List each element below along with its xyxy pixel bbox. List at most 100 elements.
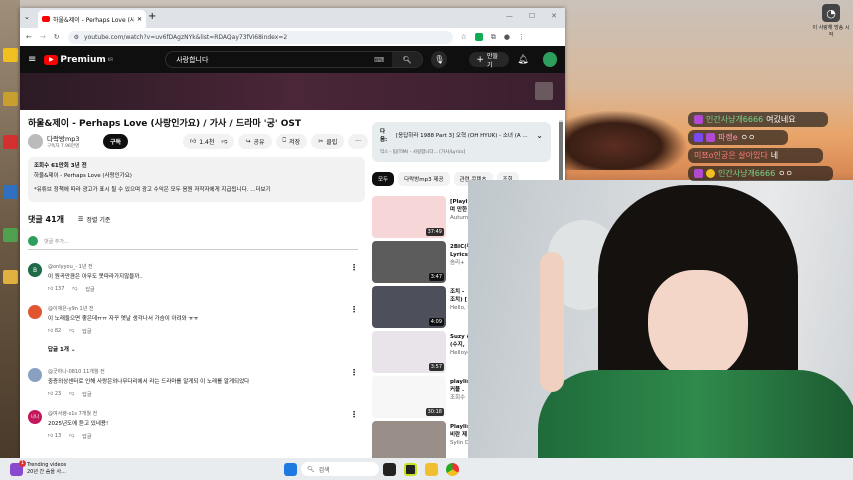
recommended-thumbnail[interactable]: 37:49 — [372, 196, 446, 238]
comment-author[interactable]: @onlyyou_- — [48, 264, 77, 270]
forward-icon[interactable]: → — [40, 33, 46, 41]
youtube-logo[interactable]: ▶ Premium KR — [44, 54, 113, 65]
chat-message: 인간사냥개6666 ㅇㅇ — [688, 166, 833, 181]
close-tab-icon[interactable]: ✕ — [137, 16, 142, 23]
channel-name[interactable]: 다락방mp3 — [47, 133, 99, 143]
subscribe-button[interactable]: 구독 — [103, 133, 129, 149]
recommended-thumbnail[interactable]: 3:57 — [372, 331, 446, 373]
news-widget-icon[interactable]: 1 — [10, 459, 26, 476]
desktop-app-icon[interactable] — [3, 135, 18, 149]
maximize-icon[interactable]: ☐ — [529, 12, 535, 20]
comment-like-button[interactable]: 👍︎ 137 — [48, 286, 64, 293]
back-icon[interactable]: ← — [26, 33, 32, 41]
app-icon[interactable] — [404, 462, 417, 476]
comment-menu-icon[interactable]: ⋮ — [350, 368, 358, 377]
comment-like-button[interactable]: 👍︎ 82 — [48, 328, 61, 335]
recommended-thumbnail[interactable]: 30:18 — [372, 376, 446, 418]
desktop-app-icon[interactable] — [3, 185, 18, 199]
close-window-icon[interactable]: ✕ — [551, 12, 557, 20]
comment-menu-icon[interactable]: ⋮ — [350, 410, 358, 419]
view-replies-button[interactable]: 답글 1개 ⌄ — [48, 345, 358, 353]
create-button[interactable]: + 만들기 — [469, 52, 510, 69]
chip-all[interactable]: 모두 — [372, 172, 395, 186]
recommended-thumbnail[interactable]: 4:09 — [372, 286, 446, 328]
notifications-bell-icon[interactable]: 🔔︎ — [517, 55, 528, 65]
comment-like-count: 137 — [54, 286, 65, 292]
save-button[interactable]: ⎕ 저장 — [275, 133, 308, 149]
desktop-app-icon[interactable] — [3, 48, 18, 62]
comment-dislike-button[interactable]: 👎︎ — [72, 286, 77, 293]
comment-dislike-button[interactable]: 👎︎ — [69, 433, 74, 440]
video-player[interactable] — [20, 73, 565, 110]
up-next-box[interactable]: 다음: [응답하라 1988 Part 3] 오혁 (OH HYUK) - 소녀 … — [372, 122, 551, 162]
browser-menu-icon[interactable]: ⋮ — [518, 33, 525, 41]
clip-button[interactable]: ✂ 클립 — [311, 133, 345, 149]
search-input[interactable]: 사랑합니다 ⌨ 🔍︎ — [165, 51, 424, 68]
comment-time: 1년 전 — [79, 306, 94, 312]
wallpaper-rocks — [565, 110, 688, 170]
video-duration: 30:18 — [425, 408, 444, 416]
comment-avatar[interactable]: 나나 — [28, 410, 42, 424]
reload-icon[interactable]: ↻ — [54, 33, 60, 41]
sort-button[interactable]: ☰ 정렬 기준 — [78, 215, 110, 224]
keyboard-icon[interactable]: ⌨ — [374, 56, 384, 64]
search-button[interactable]: 🔍︎ — [392, 52, 423, 67]
recommended-thumbnail[interactable] — [372, 421, 446, 458]
comment-author[interactable]: @굿하나-0810 — [48, 369, 81, 375]
minimize-icon[interactable]: — — [506, 12, 513, 20]
share-button[interactable]: ↪ 공유 — [238, 133, 272, 149]
description-box[interactable]: 조회수 61만회 3년 전 하울&제이 - Perhaps Love (사랑인가… — [28, 157, 365, 202]
reply-button[interactable]: 답글 — [82, 328, 91, 335]
comment-like-count: 13 — [54, 433, 62, 439]
reply-button[interactable]: 답글 — [82, 433, 91, 440]
extensions-puzzle-icon[interactable]: ⧉ — [491, 33, 496, 42]
file-explorer-icon[interactable] — [425, 462, 438, 476]
site-info-icon[interactable]: ⚙ — [74, 34, 79, 41]
comment-dislike-button[interactable]: 👎︎ — [69, 391, 74, 398]
channel-avatar[interactable] — [28, 133, 43, 149]
reply-button[interactable]: 답글 — [85, 286, 94, 293]
thumbs-down-icon[interactable]: 👎︎ — [221, 137, 227, 145]
comment-author[interactable]: @여서령-s1s — [48, 411, 77, 417]
add-comment-field[interactable]: 댓글 추가... — [28, 236, 358, 250]
like-button[interactable]: 👍︎ 1.4천 👎︎ — [183, 133, 235, 149]
overlay-widget-icon[interactable]: ◔ — [822, 4, 840, 22]
comment-like-button[interactable]: 👍︎ 13 — [48, 433, 61, 440]
comment-avatar[interactable]: B — [28, 263, 42, 277]
profile-icon[interactable]: ● — [504, 33, 510, 41]
hamburger-menu-icon[interactable]: ≡ — [28, 54, 36, 65]
account-avatar[interactable] — [542, 52, 557, 67]
taskbar-search[interactable]: 🔍︎ 검색 — [301, 462, 379, 476]
recommended-thumbnail[interactable]: 3:47 — [372, 241, 446, 283]
star-icon[interactable]: ☆ — [461, 33, 467, 41]
chevron-down-icon[interactable]: ⌄ — [536, 131, 543, 140]
youtube-header: ≡ ▶ Premium KR 사랑합니다 ⌨ 🔍︎ 🎙︎ + 만들기 🔔︎ — [20, 46, 565, 73]
tab-search-icon[interactable]: ⌄ — [24, 13, 30, 21]
comment-author[interactable]: @이재은-y9n — [48, 306, 78, 312]
chip-channel[interactable]: 다락방mp3 제공 — [398, 172, 450, 186]
desktop-app-icon[interactable] — [3, 270, 18, 284]
comment-like-button[interactable]: 👍︎ 23 — [48, 391, 61, 398]
new-tab-button[interactable]: + — [148, 11, 156, 22]
news-widget[interactable]: Trending videos 20년 간 숨을 사... — [27, 462, 66, 476]
reply-button[interactable]: 답글 — [82, 391, 91, 398]
helmet-badge-icon — [706, 169, 715, 178]
task-view-icon[interactable] — [383, 462, 396, 476]
desktop-app-icon[interactable] — [3, 228, 18, 242]
desktop-app-icon[interactable] — [3, 92, 18, 106]
chrome-icon[interactable] — [446, 462, 459, 476]
chat-text: 여깄네요 — [766, 115, 796, 124]
browser-tab[interactable]: 하울&제이 - Perhaps Love (사 ✕ — [38, 10, 146, 28]
comment-avatar[interactable] — [28, 305, 42, 319]
url-input[interactable]: ⚙ youtube.com/watch?v=uv6fDAgzNYk&list=RD… — [67, 30, 453, 44]
voice-search-icon[interactable]: 🎙︎ — [431, 51, 448, 68]
extension-icon[interactable] — [474, 33, 483, 41]
comment-time: 11개월 전 — [82, 369, 105, 375]
more-actions-button[interactable]: ··· — [348, 133, 368, 149]
comment-avatar[interactable] — [28, 368, 42, 382]
comment-menu-icon[interactable]: ⋮ — [350, 305, 358, 314]
comment-dislike-button[interactable]: 👎︎ — [69, 328, 74, 335]
miniplayer-thumbnail[interactable] — [535, 82, 553, 100]
start-button[interactable] — [284, 462, 297, 476]
comment-menu-icon[interactable]: ⋮ — [350, 263, 358, 272]
